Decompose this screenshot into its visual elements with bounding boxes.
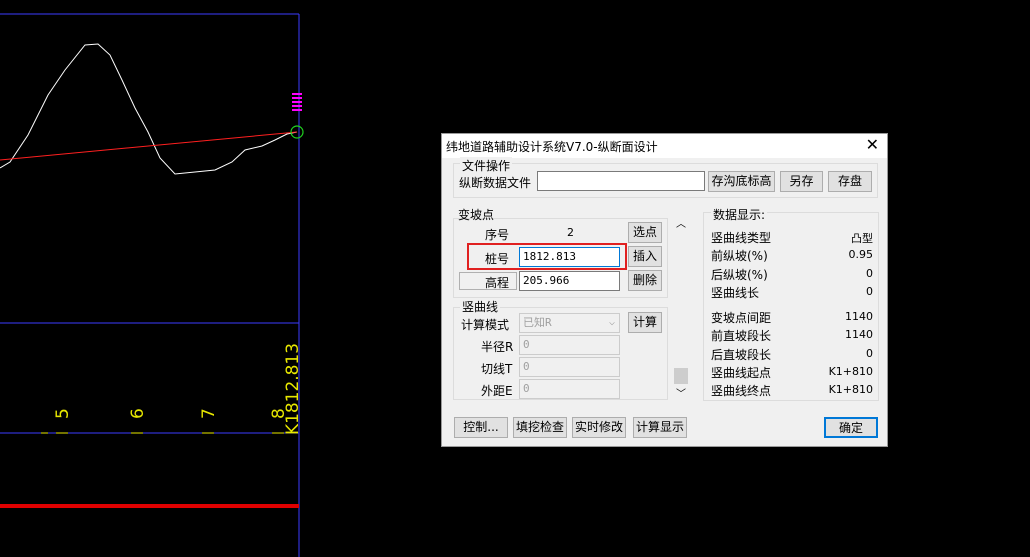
- chevron-down-icon: ⌵: [608, 317, 615, 328]
- marker-7: 7: [199, 408, 219, 419]
- save-button[interactable]: 存盘: [828, 171, 872, 192]
- index-value: 2: [567, 226, 574, 239]
- data-row-value: K1+810: [828, 365, 873, 378]
- dialog-title: 纬地道路辅助设计系统V7.0-纵断面设计: [446, 140, 658, 154]
- ground-profile-line: [0, 43, 298, 175]
- station-input[interactable]: 1812.813: [519, 247, 620, 267]
- data-row-label: 后直坡段长: [711, 348, 772, 362]
- select-point-button[interactable]: 选点: [628, 222, 662, 243]
- save-bottom-elevation-button[interactable]: 存沟底标高: [708, 171, 775, 192]
- file-path-input[interactable]: [537, 171, 705, 191]
- data-row-label: 后纵坡(%): [711, 268, 768, 282]
- data-row-value: 0.95: [848, 248, 874, 261]
- delete-button[interactable]: 删除: [628, 270, 662, 291]
- data-row-value: 1140: [845, 310, 873, 323]
- radius-input[interactable]: 0: [519, 335, 620, 355]
- data-row-label: 竖曲线终点: [711, 384, 772, 398]
- marker-5: 5: [53, 408, 73, 419]
- profile-design-dialog: 纬地道路辅助设计系统V7.0-纵断面设计 ✕ 文件操作 纵断数据文件 存沟底标高…: [441, 133, 888, 447]
- data-row-label: 竖曲线长: [711, 286, 760, 300]
- vpi-group-legend: 变坡点: [458, 208, 495, 222]
- elevation-input[interactable]: 205.966: [519, 271, 620, 291]
- data-row-value: 0: [866, 267, 873, 280]
- marker-6: 6: [128, 408, 148, 419]
- close-icon[interactable]: ✕: [866, 135, 879, 155]
- data-row-label: 竖曲线类型: [711, 231, 772, 245]
- station-label: 桩号: [485, 252, 510, 266]
- curve-group-legend: 竖曲线: [460, 298, 501, 315]
- vertical-scrollbar[interactable]: ︿ ﹀: [673, 215, 689, 400]
- realtime-edit-button[interactable]: 实时修改: [572, 417, 626, 438]
- data-row-value: 0: [866, 347, 873, 360]
- design-grade-line: [0, 131, 298, 161]
- external-label: 外距E: [481, 384, 513, 398]
- dialog-titlebar[interactable]: 纬地道路辅助设计系统V7.0-纵断面设计 ✕: [442, 134, 887, 158]
- control-button[interactable]: 控制...: [454, 417, 508, 438]
- data-row-label: 前直坡段长: [711, 329, 772, 343]
- elevation-label: 高程: [485, 276, 510, 290]
- file-label: 纵断数据文件: [459, 176, 532, 190]
- compute-display-button[interactable]: 计算显示: [633, 417, 687, 438]
- data-display-legend: 数据显示:: [711, 206, 768, 223]
- scroll-down-icon[interactable]: ﹀: [676, 385, 686, 400]
- mode-select[interactable]: 已知R ⌵: [519, 313, 620, 333]
- tangent-label: 切线T: [481, 362, 513, 376]
- ok-button[interactable]: 确定: [824, 417, 878, 438]
- magenta-label-icon: [292, 93, 302, 111]
- insert-button[interactable]: 插入: [628, 246, 662, 267]
- file-group-legend: 文件操作: [460, 157, 513, 174]
- scroll-thumb[interactable]: [674, 368, 688, 384]
- tangent-input[interactable]: 0: [519, 357, 620, 377]
- data-row-value: 0: [866, 285, 873, 298]
- compute-button[interactable]: 计算: [628, 312, 662, 333]
- data-row-label: 竖曲线起点: [711, 366, 772, 380]
- external-input[interactable]: 0: [519, 379, 620, 399]
- mode-value: 已知R: [523, 316, 552, 329]
- station-vertical-label: K1812.813: [283, 343, 303, 435]
- radius-label: 半径R: [481, 340, 514, 354]
- data-row-label: 变坡点间距: [711, 311, 772, 325]
- save-as-button[interactable]: 另存: [780, 171, 823, 192]
- scroll-up-icon[interactable]: ︿: [676, 215, 686, 230]
- index-label: 序号: [485, 228, 510, 242]
- mode-label: 计算模式: [461, 318, 510, 332]
- data-row-value: K1+810: [828, 383, 873, 396]
- fill-cut-check-button[interactable]: 填挖检查: [513, 417, 567, 438]
- data-row-value: 凸型: [851, 232, 873, 245]
- data-row-value: 1140: [845, 328, 873, 341]
- data-row-label: 前纵坡(%): [711, 249, 768, 263]
